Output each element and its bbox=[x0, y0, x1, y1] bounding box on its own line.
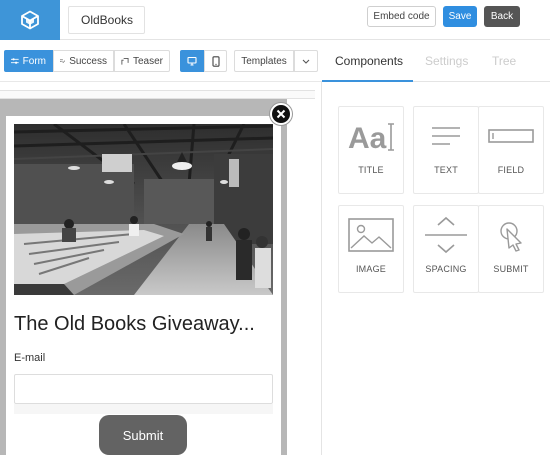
panel-tabs: Components Settings Tree bbox=[322, 40, 550, 82]
text-icon bbox=[414, 107, 478, 165]
monitor-icon bbox=[187, 56, 197, 66]
submit-button[interactable]: Submit bbox=[99, 415, 187, 455]
component-spacing[interactable]: SPACING bbox=[413, 205, 479, 293]
close-form-button[interactable] bbox=[270, 103, 292, 125]
email-label: E-mail bbox=[14, 352, 46, 364]
teaser-corner-icon bbox=[121, 57, 129, 65]
image-icon bbox=[339, 206, 403, 264]
phone-icon bbox=[211, 55, 220, 67]
component-text[interactable]: TEXT bbox=[413, 106, 479, 194]
tab-form-label: Form bbox=[22, 55, 46, 67]
component-text-label: TEXT bbox=[434, 165, 458, 175]
tab-teaser[interactable]: Teaser bbox=[114, 50, 170, 72]
project-name-field[interactable]: OldBooks bbox=[68, 6, 145, 34]
desktop-view-button[interactable] bbox=[180, 50, 204, 72]
sliders-icon bbox=[11, 58, 19, 64]
spacing-icon bbox=[414, 206, 478, 264]
tab-components[interactable]: Components bbox=[335, 40, 403, 82]
tab-tree[interactable]: Tree bbox=[492, 40, 516, 82]
tab-settings[interactable]: Settings bbox=[425, 40, 468, 82]
component-spacing-label: SPACING bbox=[425, 264, 467, 274]
close-icon bbox=[276, 109, 286, 119]
component-submit-label: SUBMIT bbox=[493, 264, 529, 274]
save-button[interactable]: Save bbox=[443, 6, 477, 27]
templates-dropdown-button[interactable] bbox=[294, 50, 318, 72]
cube-logo-icon bbox=[21, 10, 39, 30]
success-lines-icon bbox=[60, 59, 66, 63]
templates-button[interactable]: Templates bbox=[234, 50, 294, 72]
component-field-label: FIELD bbox=[497, 165, 525, 175]
top-bar: OldBooks Embed code Save Back bbox=[0, 0, 550, 40]
tab-success-label: Success bbox=[69, 55, 107, 67]
email-field[interactable] bbox=[14, 374, 273, 404]
market-photo-image bbox=[14, 124, 273, 295]
back-button[interactable]: Back bbox=[484, 6, 520, 27]
tab-success[interactable]: Success bbox=[53, 50, 114, 72]
embed-code-button[interactable]: Embed code bbox=[367, 6, 436, 27]
component-submit[interactable]: SUBMIT bbox=[478, 205, 544, 293]
component-image-label: IMAGE bbox=[355, 264, 386, 274]
app-logo[interactable] bbox=[0, 0, 60, 40]
active-tab-indicator bbox=[322, 80, 413, 82]
component-title-label: TITLE bbox=[358, 165, 384, 175]
tab-form[interactable]: Form bbox=[4, 50, 53, 72]
chevron-down-icon bbox=[302, 59, 310, 64]
field-spacer bbox=[14, 404, 273, 414]
component-image[interactable]: IMAGE bbox=[338, 205, 404, 293]
field-icon bbox=[479, 107, 543, 165]
component-field[interactable]: FIELD bbox=[478, 106, 544, 194]
form-title[interactable]: The Old Books Giveaway... bbox=[14, 313, 255, 336]
mobile-view-button[interactable] bbox=[204, 50, 227, 72]
editor-toolbar: Form Success Teaser Templates bbox=[0, 40, 322, 82]
tab-teaser-label: Teaser bbox=[132, 55, 163, 67]
svg-text:Aa: Aa bbox=[348, 122, 387, 155]
title-icon: Aa bbox=[339, 107, 403, 165]
canvas-ruler bbox=[0, 90, 315, 99]
form-hero-image[interactable] bbox=[14, 124, 273, 295]
submit-icon bbox=[479, 206, 543, 264]
component-title[interactable]: Aa TITLE bbox=[338, 106, 404, 194]
